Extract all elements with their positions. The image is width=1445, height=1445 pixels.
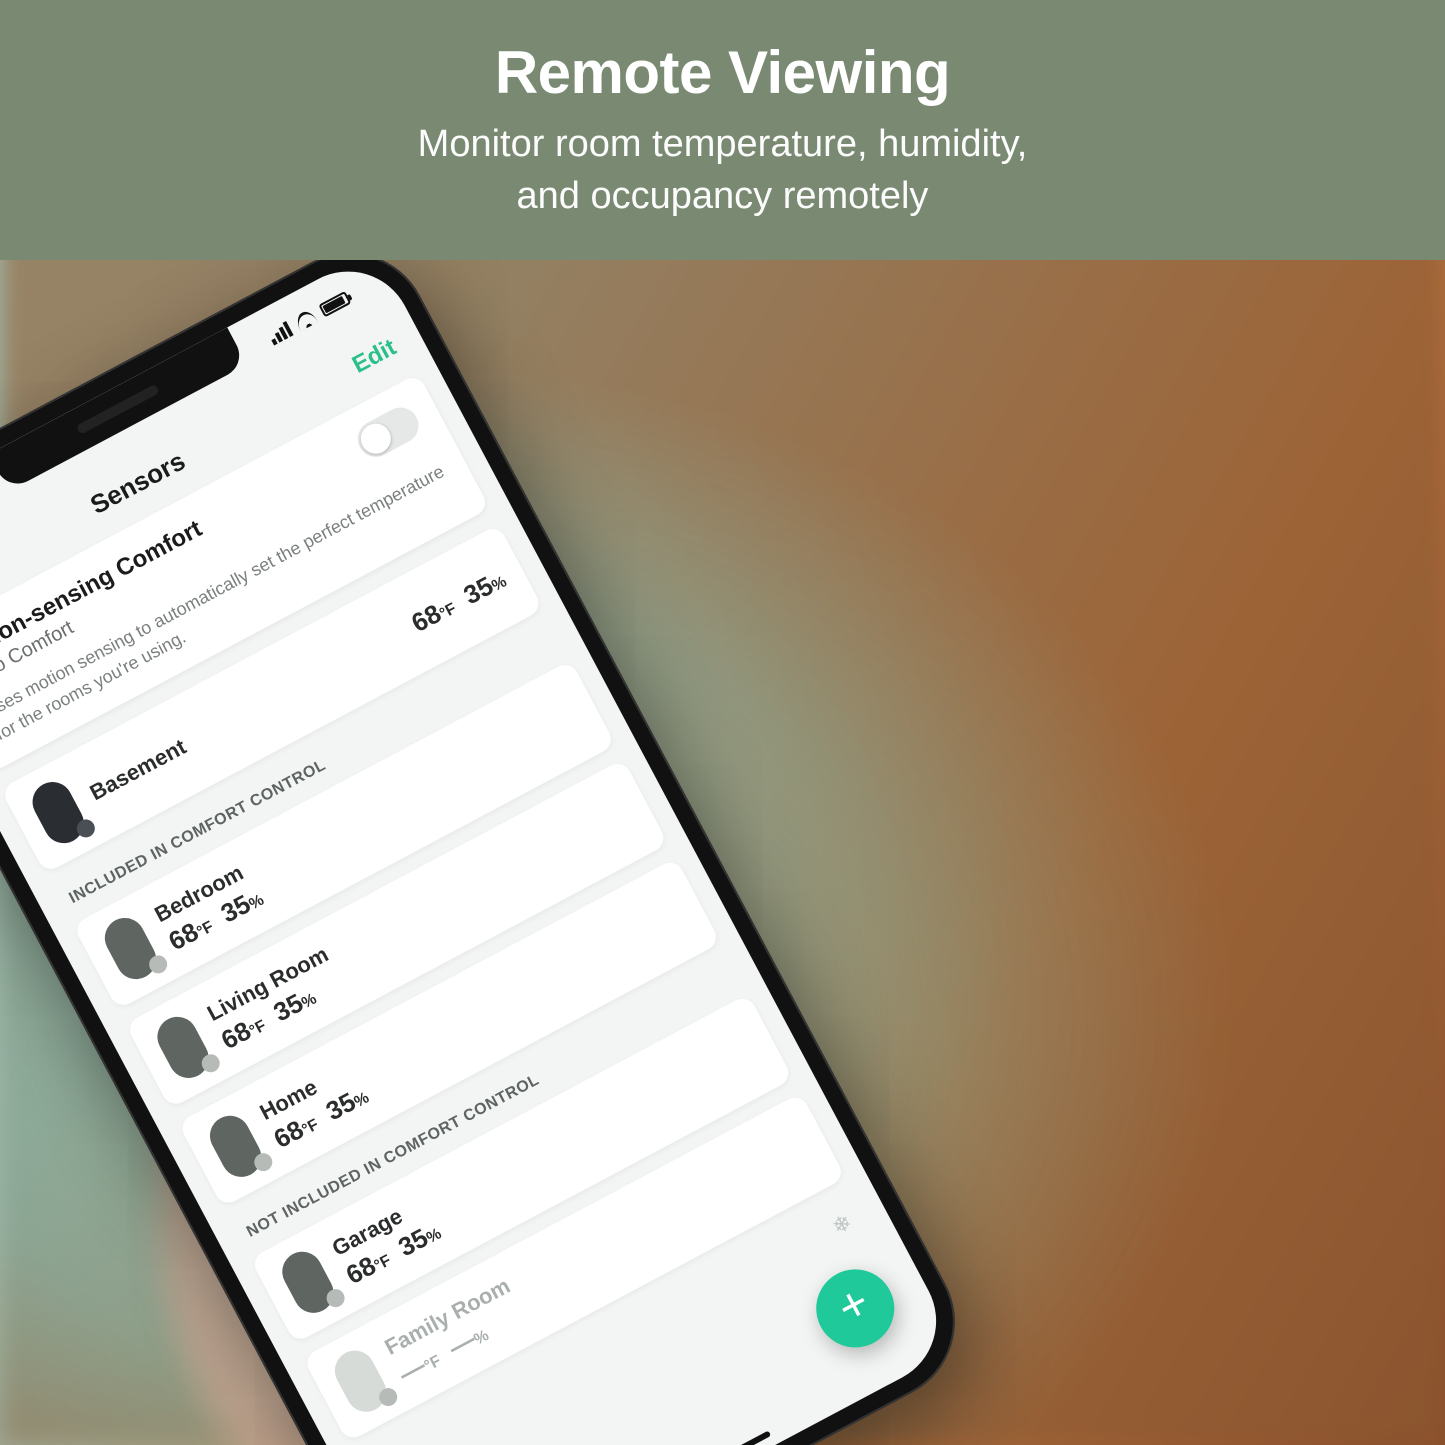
- sensor-icon: [328, 1344, 393, 1419]
- plus-icon: +: [830, 1278, 877, 1334]
- banner-subtitle: Monitor room temperature, humidity, and …: [418, 119, 1028, 222]
- motion-sensing-toggle[interactable]: [351, 401, 424, 463]
- sensor-icon: [98, 911, 163, 986]
- banner-title: Remote Viewing: [495, 38, 950, 107]
- sensor-icon: [203, 1109, 268, 1184]
- sensor-stats: 68°F 35%: [406, 563, 511, 638]
- sensor-icon: [151, 1010, 216, 1085]
- wifi-icon: [293, 308, 318, 332]
- sensor-icon: [275, 1245, 340, 1320]
- marketing-banner: Remote Viewing Monitor room temperature,…: [0, 0, 1445, 260]
- sensor-icon: [26, 775, 91, 850]
- battery-icon: [318, 291, 351, 317]
- edit-button[interactable]: Edit: [348, 334, 401, 380]
- cellular-signal-icon: [267, 321, 294, 345]
